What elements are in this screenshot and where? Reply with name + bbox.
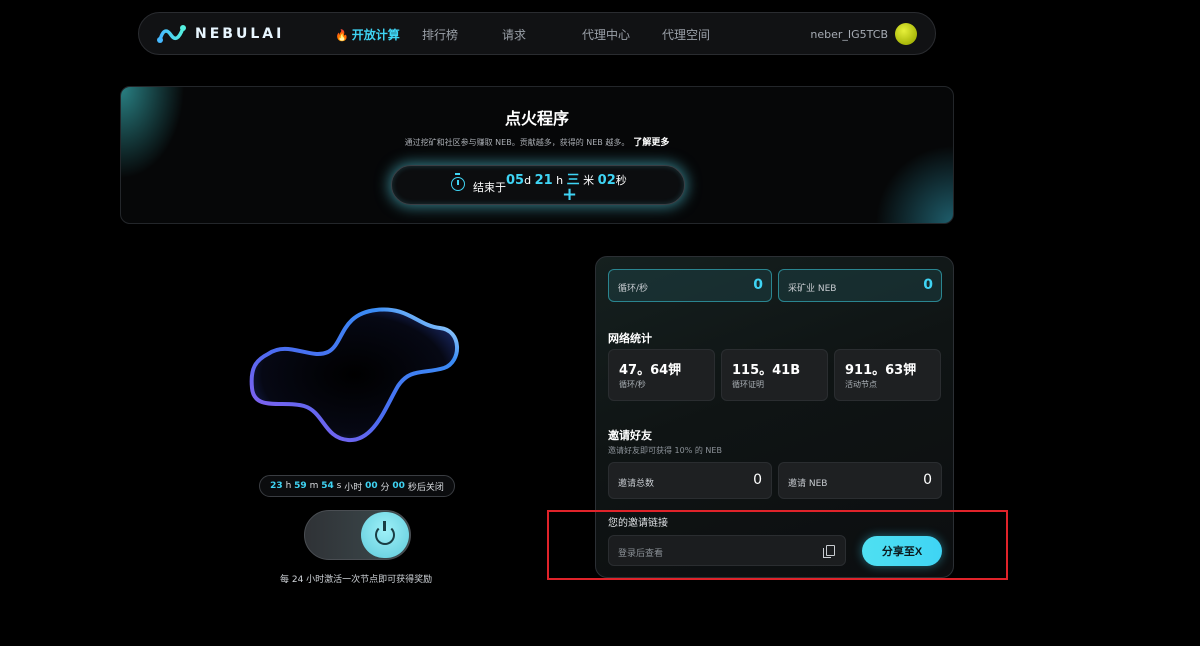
node-timer: 23 h 59 m 54 s 小时 00 分 00 秒后关闭 [259,475,455,497]
countdown-pill: 结束于 05d 21 h 三 米 02秒 + [391,165,685,205]
countdown-hours: 21 [534,173,553,188]
invite-subtitle: 邀请好友即可获得 10% 的 NEB [608,446,722,455]
invite-neb-label: 邀请 NEB [788,479,828,489]
power-icon [375,521,395,545]
nebulai-logo-icon [157,25,186,43]
network-stat-label: 循环/秒 [619,380,646,389]
timer-sec: 00 [392,481,405,491]
toggle-knob[interactable] [361,512,409,558]
invite-total-card: 邀请总数 0 [608,462,772,499]
highlight-annotation-box [547,510,1008,580]
fire-icon: 🔥 [335,29,349,42]
network-stat-value: 911。63钾 [845,363,917,378]
nav-open-compute[interactable]: 🔥 开放计算 [335,26,400,43]
ignition-banner: 点火程序 通过挖矿和社区参与赚取 NEB。贡献越多，获得的 NEB 越多。 了解更… [120,86,954,224]
mid-unit: 米 [583,174,595,187]
invite-title: 邀请好友 [608,429,652,442]
timer-s: 54 [321,481,334,491]
node-blob-graphic [249,307,459,443]
network-stat-cycles: 47。64钾 循环/秒 [608,349,715,401]
timer-min-label: 分 [380,482,390,493]
nav-agent-space[interactable]: 代理空间 [662,26,710,43]
node-power-toggle[interactable] [304,510,411,560]
cycles-label: 循环/秒 [618,284,649,294]
user-menu[interactable]: neber_IG5TCB [810,23,917,45]
timer-m-unit: m [309,481,319,491]
banner-title: 点火程序 [504,109,569,128]
network-stat-proofs: 115。41B 循环证明 [721,349,828,401]
invite-neb-card: 邀请 NEB 0 [778,462,942,499]
timer-min: 00 [365,481,378,491]
nav-agent-center[interactable]: 代理中心 [582,26,630,43]
mined-neb-card: 采矿业 NEB 0 [778,269,942,302]
cycles-value: 0 [753,277,763,293]
learn-more-link[interactable]: 了解更多 [633,138,669,148]
invite-total-value: 0 [753,472,762,488]
plus-icon: + [562,184,578,205]
nav-leaderboard[interactable]: 排行榜 [422,26,458,43]
timer-m: 59 [294,481,307,491]
timer-s-unit: s [336,481,342,491]
cycles-per-sec-card: 循环/秒 0 [608,269,772,302]
nav-label: 开放计算 [351,28,400,42]
days-unit: d [524,174,532,187]
timer-h: 23 [270,481,283,491]
countdown-label: 结束于 [473,181,506,194]
invite-total-label: 邀请总数 [618,479,655,489]
network-stat-nodes: 911。63钾 活动节点 [834,349,941,401]
brand-logo[interactable]: NEBULAI [157,23,284,45]
network-stat-value: 115。41B [732,363,801,378]
network-stat-value: 47。64钾 [619,363,682,378]
top-nav: NEBULAI 🔥 开放计算 排行榜 请求 代理中心 代理空间 neber_IG5… [138,12,936,55]
network-stat-label: 循环证明 [732,380,764,389]
countdown-days: 05 [506,173,525,188]
mined-label: 采矿业 NEB [788,284,837,294]
mined-value: 0 [923,277,933,293]
banner-subtitle: 通过挖矿和社区参与赚取 NEB。贡献越多，获得的 NEB 越多。 了解更多 [121,135,953,148]
seconds-unit: 秒 [615,174,627,187]
network-stat-label: 活动节点 [845,380,877,389]
timer-sec-label: 秒后关闭 [407,482,444,493]
avatar [895,23,917,45]
timer-hours-label: 小时 [344,482,363,493]
brand-name: NEBULAI [195,26,285,42]
activate-note: 每 24 小时激活一次节点即可获得奖励 [280,575,433,585]
banner-subtitle-text: 通过挖矿和社区参与赚取 NEB。贡献越多，获得的 NEB 越多。 [404,138,630,147]
network-stats-title: 网络统计 [608,332,652,345]
username: neber_IG5TCB [810,27,888,41]
timer-h-unit: h [285,481,292,491]
countdown-seconds: 02 [597,173,616,188]
invite-neb-value: 0 [923,472,932,488]
nav-requests[interactable]: 请求 [502,26,526,43]
stopwatch-icon [451,173,465,191]
